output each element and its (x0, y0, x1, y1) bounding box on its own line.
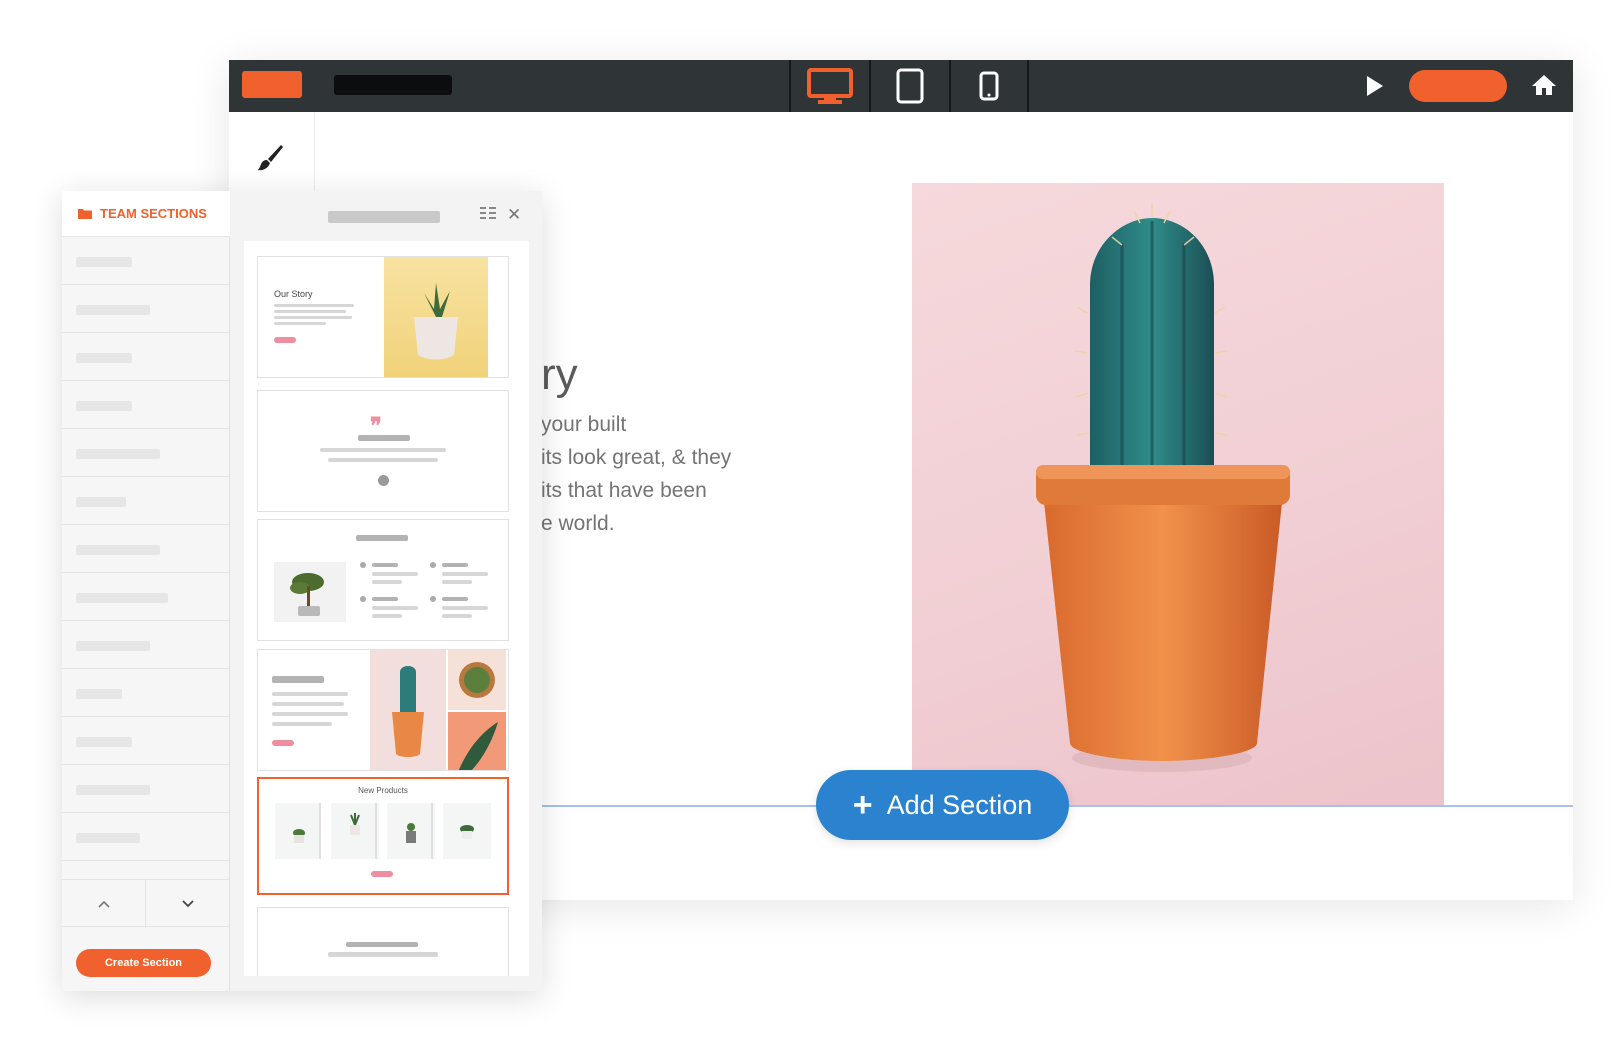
bonsai-thumbnail (274, 562, 346, 622)
scroll-up-button[interactable] (62, 880, 146, 928)
story-line: your built (541, 413, 627, 436)
template-card-new-products[interactable]: New Products (257, 777, 509, 895)
scroll-down-button[interactable] (146, 880, 230, 928)
template-list: Our Story ❞ New Products (244, 241, 529, 976)
template-card-features[interactable] (257, 519, 509, 641)
chevron-up-icon (97, 900, 110, 908)
section-templates: ✕ Our Story ❞ New Products (230, 191, 542, 991)
category-item[interactable] (62, 621, 230, 669)
template-card-quote[interactable]: ❞ (257, 390, 509, 512)
category-item[interactable] (62, 669, 230, 717)
close-icon[interactable]: ✕ (507, 205, 521, 225)
templates-header: ✕ (230, 191, 542, 241)
chevron-down-icon (182, 900, 194, 908)
publish-button[interactable] (1409, 70, 1507, 102)
category-item[interactable] (62, 717, 230, 765)
card-title: New Products (358, 786, 408, 795)
category-scroll-controls (62, 879, 230, 928)
succulent-top-thumbnail (448, 650, 506, 710)
product-thumbnails (293, 813, 474, 843)
category-item[interactable] (62, 573, 230, 621)
folder-icon (78, 209, 92, 219)
team-sections-tab[interactable]: TEAM SECTIONS (62, 191, 240, 237)
team-sections-label: TEAM SECTIONS (100, 206, 207, 221)
category-item[interactable] (62, 381, 230, 429)
category-item[interactable] (62, 525, 230, 573)
cactus-illustration (1036, 204, 1290, 772)
template-card-partial[interactable] (257, 907, 509, 976)
list-view-icon[interactable] (480, 207, 496, 219)
category-item[interactable] (62, 237, 230, 285)
device-phone-button[interactable] (949, 60, 1029, 112)
story-line: its that have been (541, 479, 707, 502)
story-heading: ry (541, 350, 578, 399)
templates-title (328, 211, 440, 223)
category-item[interactable] (62, 429, 230, 477)
category-item[interactable] (62, 477, 230, 525)
page-name-field[interactable] (334, 75, 452, 95)
avatar (378, 475, 389, 486)
category-item[interactable] (62, 333, 230, 381)
device-desktop-button[interactable] (789, 60, 869, 112)
play-icon[interactable] (1365, 74, 1385, 98)
device-switcher (789, 60, 1029, 112)
succulent-thumbnail (384, 257, 488, 377)
story-line: its look great, & they (541, 446, 732, 469)
cactus-photo[interactable] (912, 183, 1444, 805)
paintbrush-icon[interactable] (255, 142, 285, 172)
leaf-thumbnail (448, 712, 506, 770)
add-section-button[interactable]: + Add Section (816, 770, 1069, 840)
phone-icon (979, 71, 999, 101)
logo-button[interactable] (242, 71, 302, 98)
plus-icon: + (852, 786, 873, 824)
cactus-thumbnail (370, 650, 446, 770)
section-category-list: TEAM SECTIONS Create Section (62, 191, 240, 991)
category-item[interactable] (62, 285, 230, 333)
tablet-icon (896, 68, 924, 104)
template-card-our-story[interactable]: Our Story (257, 256, 509, 378)
canvas-story-text[interactable]: ry your built its look great, & they its… (541, 350, 731, 540)
home-icon[interactable] (1531, 73, 1557, 97)
device-tablet-button[interactable] (869, 60, 949, 112)
category-item[interactable] (62, 765, 230, 813)
category-item[interactable] (62, 813, 230, 861)
create-section-button[interactable]: Create Section (76, 949, 211, 977)
sections-panel: TEAM SECTIONS Create Section ✕ Our Story… (62, 191, 542, 991)
template-card-product-grid[interactable] (257, 649, 509, 771)
card-title: Our Story (274, 289, 313, 299)
add-section-label: Add Section (886, 789, 1033, 820)
story-line: e world. (541, 512, 615, 535)
top-toolbar (229, 60, 1573, 112)
desktop-icon (807, 68, 853, 104)
